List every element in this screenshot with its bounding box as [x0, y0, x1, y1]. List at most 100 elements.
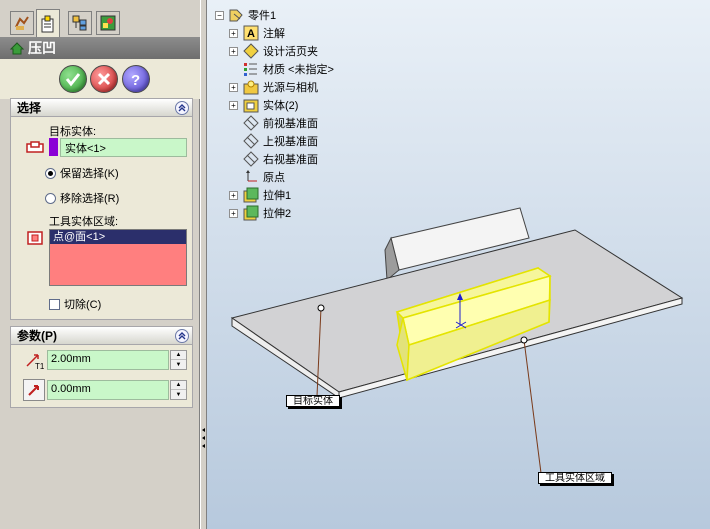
tree-item[interactable]: + 设计活页夹: [229, 43, 318, 59]
configuration-manager-icon: [72, 15, 87, 31]
collapse-parameters-button[interactable]: [175, 329, 189, 343]
spin-down-icon[interactable]: ▼: [171, 360, 186, 369]
tree-item-expander[interactable]: +: [229, 46, 238, 56]
display-manager-icon: [100, 15, 116, 31]
target-body-callout[interactable]: 目标实体: [286, 395, 340, 407]
tree-item-label: 注解: [263, 28, 285, 40]
help-icon: ?: [131, 72, 140, 87]
tree-root[interactable]: − 零件1: [215, 7, 276, 23]
panel-splitter[interactable]: [200, 0, 207, 529]
parameters-group-title: 参数(P): [17, 329, 57, 343]
target-body-icon: [25, 139, 45, 157]
tree-item[interactable]: + 光源与相机: [229, 79, 318, 95]
spin-down-icon[interactable]: ▼: [171, 390, 186, 399]
tree-item[interactable]: 原点: [243, 169, 285, 185]
help-button[interactable]: ?: [122, 65, 150, 93]
plane-icon: [243, 151, 259, 167]
tree-item-label: 上视基准面: [263, 136, 318, 148]
display-manager-tab[interactable]: [96, 11, 120, 35]
plane-icon: [243, 115, 259, 131]
clearance-spinner[interactable]: ▲ ▼: [170, 380, 187, 400]
tree-item-expander[interactable]: +: [229, 100, 238, 110]
svg-text:T1: T1: [35, 362, 44, 370]
tool-region-list-item[interactable]: 点@面<1>: [50, 230, 186, 244]
selection-group: 选择 目标实体: 实体<1> 保留选择(K) 移除选择(R) 工具实体区域: 点…: [10, 98, 193, 320]
tree-item[interactable]: 材质 <未指定>: [243, 61, 334, 77]
origin-icon: [243, 169, 259, 185]
lights-icon: [243, 79, 259, 95]
indent-feature-icon: [9, 42, 25, 55]
tree-item-label: 原点: [263, 172, 285, 184]
target-color-chip: [49, 138, 58, 156]
tree-item[interactable]: + 拉伸2: [229, 205, 291, 221]
annotation-icon: A: [243, 25, 259, 41]
tree-item[interactable]: + 实体(2): [229, 97, 298, 113]
selection-group-header[interactable]: 选择: [11, 99, 192, 117]
keep-selection-label: 保留选择(K): [60, 168, 119, 180]
property-manager-tab[interactable]: [36, 9, 60, 37]
cut-option[interactable]: 切除(C): [49, 296, 101, 312]
grip-icon: [202, 444, 205, 448]
clearance-direction-button[interactable]: [23, 379, 45, 401]
tree-item[interactable]: 前视基准面: [243, 115, 318, 131]
extrude-icon: [243, 205, 259, 221]
property-manager-panel: 压凹 ? 选择 目标实体: 实体<1> 保留选择(K) 移除选择(R) 工具实体…: [0, 0, 200, 529]
tree-item[interactable]: 右视基准面: [243, 151, 318, 167]
parameters-group-header[interactable]: 参数(P): [11, 327, 192, 345]
tree-item-label: 实体(2): [263, 100, 299, 112]
configuration-manager-tab[interactable]: [68, 11, 92, 35]
keep-selection-radio[interactable]: [45, 167, 56, 179]
tree-root-expander[interactable]: −: [215, 10, 224, 20]
ok-button[interactable]: [59, 65, 87, 93]
cut-checkbox[interactable]: [49, 298, 60, 310]
tree-item-label: 光源与相机: [263, 82, 318, 94]
spin-up-icon[interactable]: ▲: [171, 351, 186, 360]
plane-icon: [243, 133, 259, 149]
tree-item-label: 材质 <未指定>: [263, 64, 334, 76]
grip-icon: [202, 436, 205, 440]
feature-manager-tab[interactable]: [10, 11, 34, 35]
tool-region-callout[interactable]: 工具实体区域: [538, 472, 612, 484]
thickness-icon: T1: [23, 349, 45, 371]
chevron-up-icon: [178, 332, 186, 340]
check-icon: [65, 73, 81, 87]
clearance-value: 0.00mm: [51, 383, 91, 395]
cancel-button[interactable]: [90, 65, 118, 93]
feature-title-text: 压凹: [28, 40, 56, 56]
target-body-label: 目标实体:: [49, 126, 97, 138]
keep-selection-option[interactable]: 保留选择(K): [45, 165, 119, 181]
thickness-spinner[interactable]: ▲ ▼: [170, 350, 187, 370]
tree-item-expander[interactable]: +: [229, 28, 238, 38]
tool-region-label: 工具实体区域:: [49, 216, 119, 228]
thickness-input[interactable]: 2.00mm: [47, 350, 169, 370]
tree-item-expander[interactable]: +: [229, 208, 238, 218]
svg-text:A: A: [247, 28, 255, 40]
reverse-direction-icon: [28, 385, 39, 396]
collapse-selection-button[interactable]: [175, 101, 189, 115]
graphics-area[interactable]: − 零件1 + A 注解 + 设计活页夹 材质 <未指定> + 光源与相机 +: [207, 0, 710, 529]
remove-selection-option[interactable]: 移除选择(R): [45, 190, 119, 206]
feature-manager-icon: [15, 16, 29, 30]
tool-region-list[interactable]: 点@面<1>: [49, 229, 187, 286]
spin-up-icon[interactable]: ▲: [171, 381, 186, 390]
tree-item-expander[interactable]: +: [229, 82, 238, 92]
tree-item-expander[interactable]: +: [229, 190, 238, 200]
remove-selection-radio[interactable]: [45, 192, 56, 204]
material-icon: [243, 61, 259, 77]
target-body-value: 实体<1>: [65, 143, 106, 155]
target-body-callout-text: 目标实体: [293, 396, 333, 407]
svg-text:?: ?: [131, 72, 140, 87]
selection-group-title: 选择: [17, 101, 42, 115]
target-body-field[interactable]: 实体<1>: [60, 138, 187, 157]
tree-item[interactable]: 上视基准面: [243, 133, 318, 149]
clearance-input[interactable]: 0.00mm: [47, 380, 169, 400]
thickness-value: 2.00mm: [51, 353, 91, 365]
tree-item[interactable]: + 拉伸1: [229, 187, 291, 203]
tree-root-label: 零件1: [248, 10, 277, 22]
tool-region-callout-text: 工具实体区域: [545, 473, 605, 484]
tree-item-label: 拉伸2: [263, 208, 292, 220]
part-icon: [228, 7, 244, 23]
tree-item[interactable]: + A 注解: [229, 25, 285, 41]
feature-title: 压凹: [0, 37, 200, 59]
solid-bodies-icon: [243, 97, 259, 113]
